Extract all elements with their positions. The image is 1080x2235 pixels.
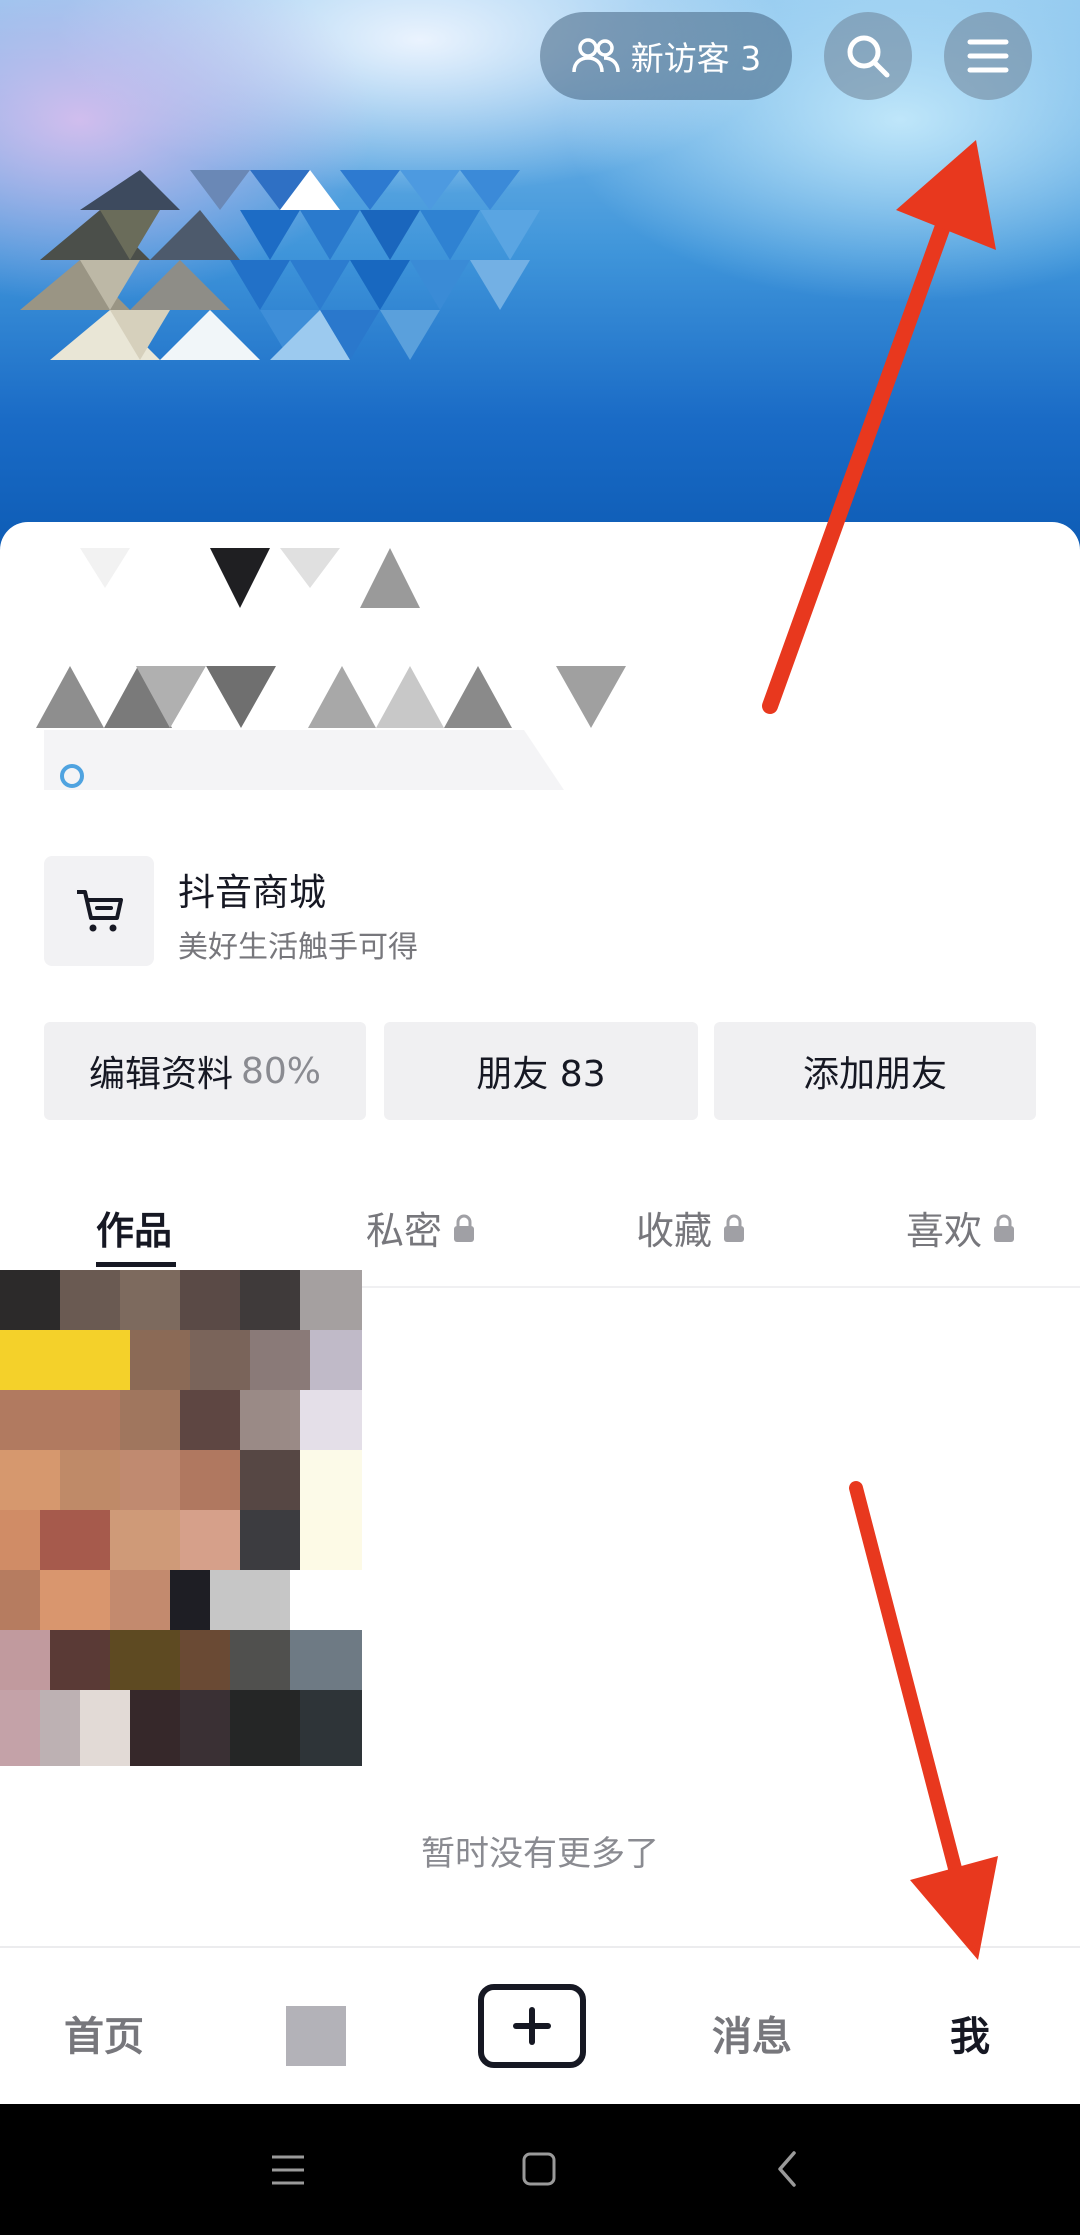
annotation-arrow-me <box>849 1481 998 1960</box>
create-button[interactable] <box>478 1984 586 2068</box>
new-visitors-button[interactable]: 新访客 3 <box>540 12 792 100</box>
cart-icon <box>77 890 123 932</box>
tab-private[interactable]: 私密 <box>366 1200 476 1255</box>
home-square-icon[interactable] <box>522 2152 556 2186</box>
shop-title[interactable]: 抖音商城 <box>178 862 326 916</box>
video-thumbnail[interactable] <box>0 1270 362 1766</box>
avatar-mosaic[interactable] <box>20 170 760 510</box>
obscured-bio <box>44 730 564 790</box>
visitors-icon <box>572 38 620 73</box>
profile-completion: 80% <box>241 1050 322 1092</box>
recent-apps-icon[interactable] <box>270 2154 306 2186</box>
friends-label: 朋友 83 <box>476 1054 606 1095</box>
friends-button[interactable]: 朋友 83 <box>384 1022 698 1120</box>
bottom-nav: 首页 消息 我 <box>0 1946 1080 2106</box>
tab-favorites[interactable]: 收藏 <box>636 1200 746 1255</box>
nav-home[interactable]: 首页 <box>64 2004 144 2062</box>
tab-likes[interactable]: 喜欢 <box>906 1200 1016 1255</box>
menu-button[interactable] <box>944 12 1032 100</box>
system-nav-bar <box>0 2104 1080 2235</box>
tab-likes-label: 喜欢 <box>906 1209 983 1253</box>
shop-entry-icon[interactable] <box>44 856 154 966</box>
tab-works-label: 作品 <box>96 1209 173 1253</box>
lock-icon <box>724 1214 745 1242</box>
edit-profile-button[interactable]: 编辑资料 80% <box>44 1022 366 1120</box>
edit-profile-label: 编辑资料 <box>88 1054 233 1095</box>
search-icon <box>847 35 890 78</box>
plus-icon <box>513 2007 551 2045</box>
tab-private-label: 私密 <box>366 1209 443 1253</box>
tab-favorites-label: 收藏 <box>636 1209 713 1253</box>
obscured-username <box>36 666 626 728</box>
annotation-arrow-menu <box>762 140 996 714</box>
nav-friends-placeholder[interactable] <box>286 2006 346 2066</box>
add-friend-button[interactable]: 添加朋友 <box>714 1022 1036 1120</box>
lock-icon <box>994 1214 1015 1242</box>
active-tab-indicator <box>96 1262 176 1267</box>
search-button[interactable] <box>824 12 912 100</box>
obscured-avatar-strip <box>80 548 420 608</box>
shop-subtitle: 美好生活触手可得 <box>178 930 418 965</box>
nav-messages[interactable]: 消息 <box>712 2004 792 2062</box>
visitors-label: 新访客 3 <box>630 39 762 78</box>
back-icon[interactable] <box>776 2150 798 2188</box>
menu-icon <box>967 39 1009 73</box>
add-friend-label: 添加朋友 <box>802 1054 947 1095</box>
nav-me[interactable]: 我 <box>950 2004 990 2062</box>
tab-works[interactable]: 作品 <box>96 1200 172 1255</box>
lock-icon <box>454 1214 475 1242</box>
